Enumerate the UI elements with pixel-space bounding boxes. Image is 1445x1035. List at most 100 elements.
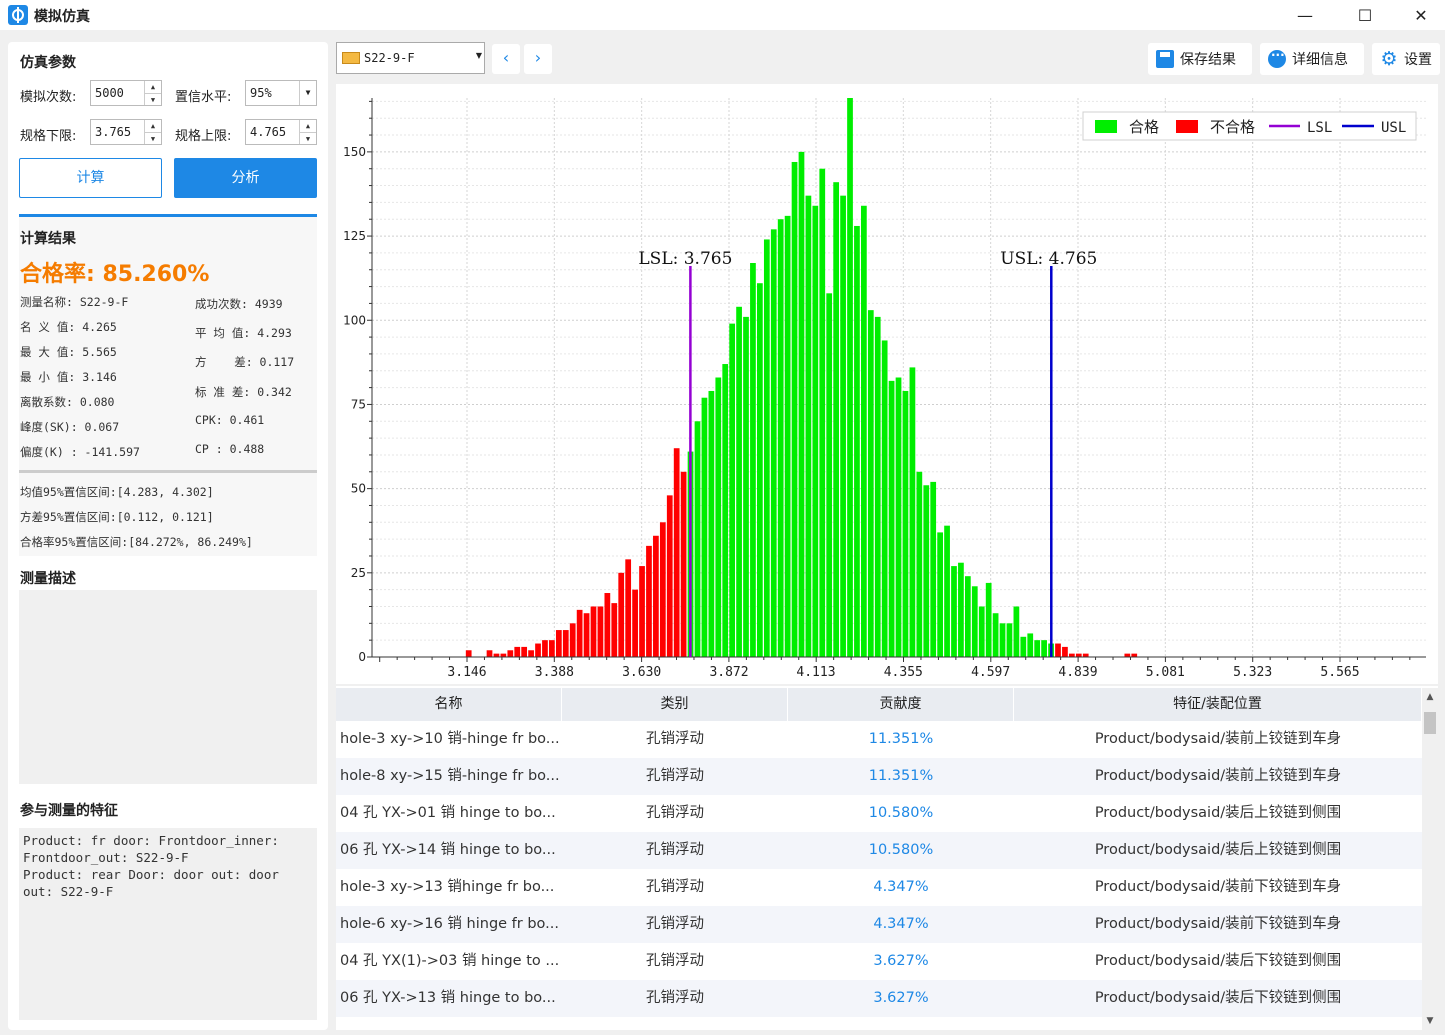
prev-button[interactable]: ‹ [492, 44, 520, 74]
table-row[interactable]: 06 孔 YX->14 销 hinge to bo... 孔销浮动 10.580% P… [336, 832, 1422, 869]
histogram-bar [583, 613, 590, 657]
scroll-up-icon[interactable]: ▲ [1422, 692, 1438, 702]
legend-label-pass: 合格 [1129, 118, 1159, 136]
spin-down-icon[interactable]: ▼ [300, 132, 316, 144]
histogram-bar [569, 623, 576, 657]
cell-contribution: 10.580% [868, 805, 934, 821]
spin-up-icon[interactable]: ▲ [300, 120, 316, 132]
histogram-bar [819, 168, 826, 657]
settings-label: 设置 [1404, 52, 1432, 68]
cell-contribution: 4.347% [873, 879, 929, 895]
save-results-button[interactable]: 保存结果 [1148, 43, 1252, 75]
histogram-bar [1068, 653, 1075, 657]
confidence-select[interactable]: 95% ▼ [245, 80, 317, 106]
stat-mean: 平 均 值: 4.293 [195, 326, 292, 340]
settings-button[interactable]: ⚙ 设置 [1372, 43, 1440, 75]
histogram-bar [874, 316, 881, 657]
histogram-bar [888, 380, 895, 657]
histogram-bar [604, 593, 611, 657]
table-header: 名称 类别 贡献度 特征/装配位置 [336, 688, 1422, 721]
cell-location: Product/bodysaid/装前下铰链到车身 [1094, 879, 1342, 895]
analyze-button[interactable]: 分析 [174, 158, 317, 198]
histogram-bar [1041, 640, 1047, 657]
histogram-bar [673, 448, 680, 657]
histogram-bar [653, 535, 659, 657]
minimize-button[interactable]: — [1282, 0, 1328, 30]
params-title: 仿真参数 [20, 55, 76, 71]
histogram-bar [576, 609, 583, 657]
table-row[interactable]: 04 孔 YX(1)->03 销 hinge to ... 孔销浮动 3.627% P… [336, 943, 1422, 980]
y-tick-label: 50 [351, 482, 366, 496]
cell-name: 04 孔 YX(1)->03 销 hinge to ... [340, 953, 560, 969]
x-tick-label: 5.081 [1146, 665, 1185, 680]
histogram-bar [625, 559, 632, 657]
header-name[interactable]: 名称 [336, 688, 562, 721]
histogram-bar [1055, 643, 1061, 657]
histogram-bar [923, 485, 930, 657]
histogram-bar [895, 377, 902, 657]
spin-up-icon[interactable]: ▲ [145, 120, 161, 132]
app-logo-icon [8, 5, 28, 25]
description-textarea[interactable] [19, 590, 317, 784]
table-row[interactable]: hole-6 xy->16 销 hinge fr bo... 孔销浮动 4.347%… [336, 906, 1422, 943]
cell-contribution: 11.351% [868, 768, 934, 784]
scroll-down-icon[interactable]: ▼ [1422, 1016, 1438, 1026]
table-row[interactable]: 04 孔 YX->01 销 hinge to bo... 孔销浮动 10.580% P… [336, 795, 1422, 832]
histogram-bar [1027, 633, 1034, 657]
histogram-bar [902, 390, 909, 657]
histogram-bar [937, 532, 943, 657]
stat-max: 最 大 值: 5.565 [20, 345, 117, 359]
title-bar: 模拟仿真 — ☐ ✕ [0, 0, 1445, 30]
chevron-down-icon[interactable]: ▼ [299, 81, 316, 105]
histogram-bar [486, 650, 493, 657]
spin-arrows[interactable]: ▲ ▼ [299, 120, 316, 144]
cell-location: Product/bodysaid/装前上铰链到车身 [1094, 731, 1342, 747]
close-button[interactable]: ✕ [1398, 0, 1444, 30]
x-tick-label: 3.146 [447, 665, 486, 680]
spin-arrows[interactable]: ▲ ▼ [144, 120, 161, 144]
sim-count-spinbox[interactable]: 5000 ▲ ▼ [90, 80, 162, 106]
header-location[interactable]: 特征/装配位置 [1014, 688, 1422, 721]
histogram-bar [958, 562, 964, 657]
histogram-bar [1082, 653, 1089, 657]
features-textarea[interactable]: Product: fr door: Frontdoor_inner: Front… [19, 828, 317, 1020]
histogram-bar [854, 225, 860, 657]
calc-button[interactable]: 计算 [19, 158, 162, 198]
detail-info-button[interactable]: 详细信息 [1260, 43, 1364, 75]
x-tick-label: 3.388 [535, 665, 574, 680]
histogram-bar [743, 316, 749, 657]
spin-down-icon[interactable]: ▼ [145, 93, 161, 105]
usl-label: 规格上限: [175, 129, 232, 144]
ci-passrate: 合格率95%置信区间:[84.272%, 86.249%] [20, 535, 253, 549]
pass-rate: 合格率: 85.260% [20, 262, 210, 287]
scroll-thumb[interactable] [1424, 712, 1436, 734]
histogram-bar [847, 98, 853, 657]
cell-contribution: 4.347% [873, 916, 929, 932]
cell-location: Product/bodysaid/装后下铰链到侧围 [1094, 953, 1342, 969]
spin-up-icon[interactable]: ▲ [145, 81, 161, 93]
table-row[interactable]: hole-8 xy->15 销-hinge fr bo... 孔销浮动 11.351… [336, 758, 1422, 795]
spin-arrows[interactable]: ▲ ▼ [144, 81, 161, 105]
window-title: 模拟仿真 [34, 9, 90, 25]
usl-label: USL: 4.765 [1000, 249, 1097, 269]
sim-count-label: 模拟次数: [20, 90, 77, 105]
next-button[interactable]: › [524, 44, 552, 74]
histogram-svg: 0 25 50 75 100 125 150 3.146 3.388 3.630 3.872 4.11… [343, 98, 1426, 680]
stat-nominal: 名 义 值: 4.265 [20, 320, 117, 334]
table-row[interactable]: hole-3 xy->13 销hinge fr bo... 孔销浮动 4.347% P… [336, 869, 1422, 906]
header-category[interactable]: 类别 [562, 688, 788, 721]
spin-down-icon[interactable]: ▼ [145, 132, 161, 144]
usl-spinbox[interactable]: 4.765 ▲ ▼ [245, 119, 317, 145]
legend-label-fail: 不合格 [1210, 118, 1255, 136]
cell-name: 06 孔 YX->13 销 hinge to bo... [340, 990, 556, 1006]
header-contribution[interactable]: 贡献度 [788, 688, 1014, 721]
table-row[interactable]: 06 孔 YX->13 销 hinge to bo... 孔销浮动 3.627% Pr… [336, 980, 1422, 1017]
maximize-button[interactable]: ☐ [1342, 0, 1388, 30]
measurement-select[interactable]: S22-9-F ▼ [336, 42, 485, 74]
lsl-spinbox[interactable]: 3.765 ▲ ▼ [90, 119, 162, 145]
table-row[interactable]: hole-3 xy->10 销-hinge fr bo... 孔销浮动 11.351… [336, 721, 1422, 758]
usl-value: 4.765 [250, 125, 287, 139]
table-scrollbar[interactable]: ▲ ▼ [1422, 688, 1438, 1030]
histogram-bar [861, 205, 867, 657]
cell-name: hole-3 xy->13 销hinge fr bo... [340, 879, 555, 895]
